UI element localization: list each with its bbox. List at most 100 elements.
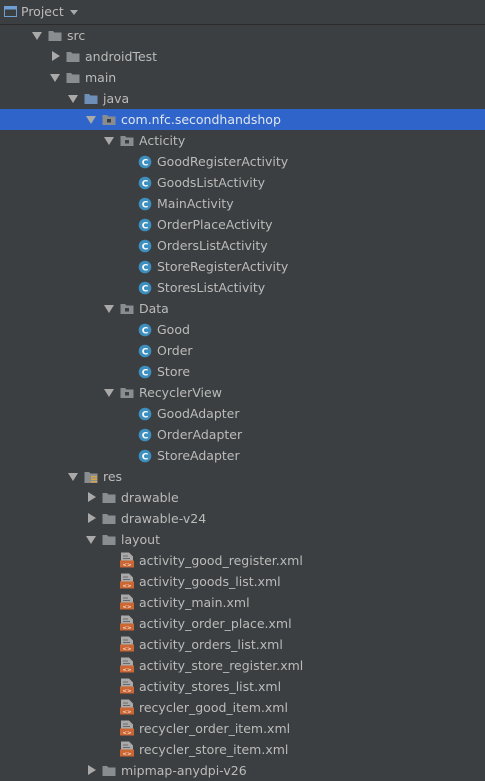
tree-row-layout[interactable]: layout bbox=[0, 529, 485, 550]
expand-arrow-down-icon[interactable] bbox=[104, 305, 114, 313]
tree-item-label: main bbox=[85, 70, 117, 85]
svg-text:C: C bbox=[142, 243, 149, 253]
tree-row-activity-goods-list-xml[interactable]: <> activity_goods_list.xml bbox=[0, 571, 485, 592]
class-icon: C bbox=[138, 365, 152, 379]
class-icon: C bbox=[138, 281, 152, 295]
project-view-title[interactable]: Project bbox=[21, 4, 64, 19]
xml-file-icon: <> bbox=[120, 720, 134, 736]
project-panel-header: Project bbox=[0, 0, 485, 25]
tree-row-acticity[interactable]: Acticity bbox=[0, 130, 485, 151]
class-icon: C bbox=[138, 218, 152, 232]
folder-icon bbox=[48, 29, 62, 42]
tree-item-label: Good bbox=[157, 322, 190, 337]
expand-arrow-down-icon[interactable] bbox=[68, 95, 78, 103]
tree-row-activity-main-xml[interactable]: <> activity_main.xml bbox=[0, 592, 485, 613]
tree-row-activity-good-register-xml[interactable]: <> activity_good_register.xml bbox=[0, 550, 485, 571]
collapse-arrow-right-icon[interactable] bbox=[88, 765, 96, 775]
tree-row-data[interactable]: Data bbox=[0, 298, 485, 319]
expand-arrow-down-icon[interactable] bbox=[50, 74, 60, 82]
svg-text:<>: <> bbox=[122, 710, 132, 716]
expand-arrow-down-icon[interactable] bbox=[32, 32, 42, 40]
tree-row-activity-store-register-xml[interactable]: <> activity_store_register.xml bbox=[0, 655, 485, 676]
tree-item-label: StoreRegisterActivity bbox=[157, 259, 289, 274]
tree-row-activity-order-place-xml[interactable]: <> activity_order_place.xml bbox=[0, 613, 485, 634]
svg-text:C: C bbox=[142, 264, 149, 274]
expand-arrow-down-icon[interactable] bbox=[104, 389, 114, 397]
package-icon bbox=[120, 134, 134, 147]
tree-item-label: src bbox=[67, 28, 86, 43]
tree-item-label: drawable-v24 bbox=[121, 511, 207, 526]
svg-text:C: C bbox=[142, 201, 149, 211]
expand-arrow-down-icon[interactable] bbox=[104, 137, 114, 145]
tree-row-com-nfc-secondhandshop[interactable]: com.nfc.secondhandshop bbox=[0, 109, 485, 130]
tree-row-mainactivity[interactable]: C MainActivity bbox=[0, 193, 485, 214]
expand-arrow-down-icon[interactable] bbox=[86, 116, 96, 124]
tree-item-label: com.nfc.secondhandshop bbox=[121, 112, 281, 127]
tree-row-java[interactable]: java bbox=[0, 88, 485, 109]
class-icon: C bbox=[138, 428, 152, 442]
tree-row-main[interactable]: main bbox=[0, 67, 485, 88]
tree-row-recycler-good-item-xml[interactable]: <> recycler_good_item.xml bbox=[0, 697, 485, 718]
tree-item-label: activity_orders_list.xml bbox=[139, 637, 283, 652]
class-icon: C bbox=[138, 176, 152, 190]
tree-item-label: mipmap-anydpi-v26 bbox=[121, 763, 247, 778]
tree-row-drawable[interactable]: drawable bbox=[0, 487, 485, 508]
expand-arrow-down-icon[interactable] bbox=[86, 536, 96, 544]
class-icon: C bbox=[138, 323, 152, 337]
tree-row-mipmap-anydpi-v26[interactable]: mipmap-anydpi-v26 bbox=[0, 760, 485, 781]
class-icon: C bbox=[138, 239, 152, 253]
svg-text:<>: <> bbox=[122, 563, 132, 569]
tree-item-label: Store bbox=[157, 364, 191, 379]
tree-row-activity-stores-list-xml[interactable]: <> activity_stores_list.xml bbox=[0, 676, 485, 697]
collapse-arrow-right-icon[interactable] bbox=[88, 492, 96, 502]
expand-arrow-down-icon[interactable] bbox=[68, 473, 78, 481]
class-icon: C bbox=[138, 449, 152, 463]
project-view-icon bbox=[4, 5, 17, 18]
tree-row-goodslistactivity[interactable]: C GoodsListActivity bbox=[0, 172, 485, 193]
tree-row-activity-orders-list-xml[interactable]: <> activity_orders_list.xml bbox=[0, 634, 485, 655]
tree-row-store[interactable]: C Store bbox=[0, 361, 485, 382]
tree-item-label: OrderPlaceActivity bbox=[157, 217, 273, 232]
tree-item-label: recycler_order_item.xml bbox=[139, 721, 291, 736]
tree-row-orderadapter[interactable]: C OrderAdapter bbox=[0, 424, 485, 445]
tree-row-goodadapter[interactable]: C GoodAdapter bbox=[0, 403, 485, 424]
tree-row-orderslistactivity[interactable]: C OrdersListActivity bbox=[0, 235, 485, 256]
tree-item-label: GoodRegisterActivity bbox=[157, 154, 289, 169]
folder-icon bbox=[66, 71, 80, 84]
svg-text:<>: <> bbox=[122, 689, 132, 695]
tree-row-storeregisteractivity[interactable]: C StoreRegisterActivity bbox=[0, 256, 485, 277]
tree-row-androidtest[interactable]: androidTest bbox=[0, 46, 485, 67]
tree-row-storeadapter[interactable]: C StoreAdapter bbox=[0, 445, 485, 466]
collapse-arrow-right-icon[interactable] bbox=[88, 513, 96, 523]
tree-row-recycler-order-item-xml[interactable]: <> recycler_order_item.xml bbox=[0, 718, 485, 739]
tree-row-recyclerview[interactable]: RecyclerView bbox=[0, 382, 485, 403]
svg-text:C: C bbox=[142, 411, 149, 421]
tree-item-label: MainActivity bbox=[157, 196, 234, 211]
tree-item-label: recycler_store_item.xml bbox=[139, 742, 289, 757]
tree-row-goodregisteractivity[interactable]: C GoodRegisterActivity bbox=[0, 151, 485, 172]
tree-row-recycler-store-item-xml[interactable]: <> recycler_store_item.xml bbox=[0, 739, 485, 760]
svg-text:C: C bbox=[142, 180, 149, 190]
tree-item-label: OrderAdapter bbox=[157, 427, 243, 442]
package-icon bbox=[102, 113, 116, 126]
tree-row-order[interactable]: C Order bbox=[0, 340, 485, 361]
tree-item-label: res bbox=[103, 469, 123, 484]
xml-file-icon: <> bbox=[120, 699, 134, 715]
folder-icon bbox=[102, 512, 116, 525]
tree-item-label: StoreAdapter bbox=[157, 448, 240, 463]
view-selector-chevron-down-icon[interactable] bbox=[70, 10, 78, 15]
tree-row-good[interactable]: C Good bbox=[0, 319, 485, 340]
folder-icon bbox=[102, 533, 116, 546]
collapse-arrow-right-icon[interactable] bbox=[52, 51, 60, 61]
svg-text:C: C bbox=[142, 432, 149, 442]
class-icon: C bbox=[138, 407, 152, 421]
tree-row-storeslistactivity[interactable]: C StoresListActivity bbox=[0, 277, 485, 298]
tree-row-src[interactable]: src bbox=[0, 25, 485, 46]
tree-row-drawable-v24[interactable]: drawable-v24 bbox=[0, 508, 485, 529]
svg-text:<>: <> bbox=[122, 731, 132, 737]
tree-row-res[interactable]: res bbox=[0, 466, 485, 487]
package-icon bbox=[120, 302, 134, 315]
tree-row-orderplaceactivity[interactable]: C OrderPlaceActivity bbox=[0, 214, 485, 235]
tree-item-label: OrdersListActivity bbox=[157, 238, 268, 253]
folder-icon bbox=[102, 764, 116, 777]
